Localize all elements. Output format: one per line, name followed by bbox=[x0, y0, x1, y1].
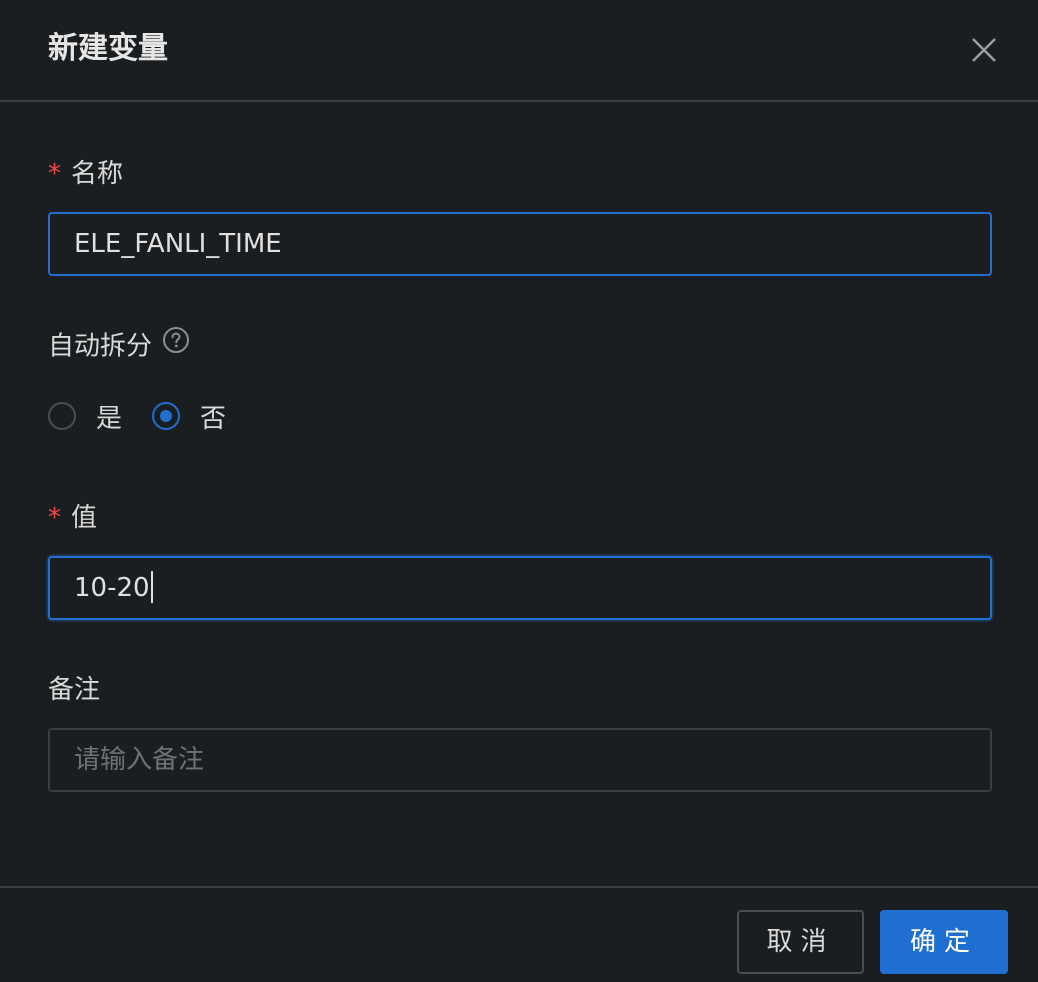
close-icon bbox=[972, 38, 996, 62]
dialog-title: 新建变量 bbox=[48, 31, 168, 66]
value-input-value: 10-20 bbox=[74, 573, 150, 603]
remark-placeholder: 请输入备注 bbox=[74, 745, 205, 775]
name-label-text: 名称 bbox=[71, 159, 124, 189]
auto-split-radio-group: 是 否 bbox=[48, 398, 256, 434]
value-input[interactable]: 10-20 bbox=[48, 556, 992, 620]
close-button[interactable] bbox=[964, 30, 1004, 70]
auto-split-label: 自动拆分 bbox=[48, 326, 190, 366]
radio-no-circle[interactable] bbox=[152, 402, 181, 430]
radio-no-label: 否 bbox=[200, 403, 227, 434]
radio-yes-label: 是 bbox=[96, 403, 123, 434]
value-label-text: 值 bbox=[71, 503, 98, 533]
confirm-button[interactable]: 确定 bbox=[880, 910, 1008, 974]
remark-input[interactable]: 请输入备注 bbox=[48, 728, 992, 792]
cancel-button[interactable]: 取消 bbox=[737, 910, 864, 974]
new-variable-dialog: 新建变量 * 名称 ELE_FANLI_TIME 自动拆分 是 否 * 值 10… bbox=[0, 0, 1038, 982]
auto-split-label-text: 自动拆分 bbox=[48, 331, 153, 362]
name-label: * 名称 bbox=[48, 156, 123, 192]
radio-no[interactable]: 否 bbox=[152, 398, 226, 435]
radio-yes-circle[interactable] bbox=[48, 402, 76, 430]
remark-label: 备注 bbox=[48, 672, 100, 708]
text-caret bbox=[150, 570, 153, 603]
required-mark: * bbox=[48, 159, 61, 189]
name-input-value: ELE_FANLI_TIME bbox=[74, 229, 282, 259]
value-label: * 值 bbox=[48, 500, 97, 536]
name-input[interactable]: ELE_FANLI_TIME bbox=[48, 212, 992, 276]
required-mark: * bbox=[48, 503, 61, 533]
dialog-header: 新建变量 bbox=[0, 0, 1038, 102]
help-icon[interactable] bbox=[162, 326, 190, 364]
remark-label-text: 备注 bbox=[48, 675, 101, 705]
radio-yes[interactable]: 是 bbox=[48, 398, 122, 435]
